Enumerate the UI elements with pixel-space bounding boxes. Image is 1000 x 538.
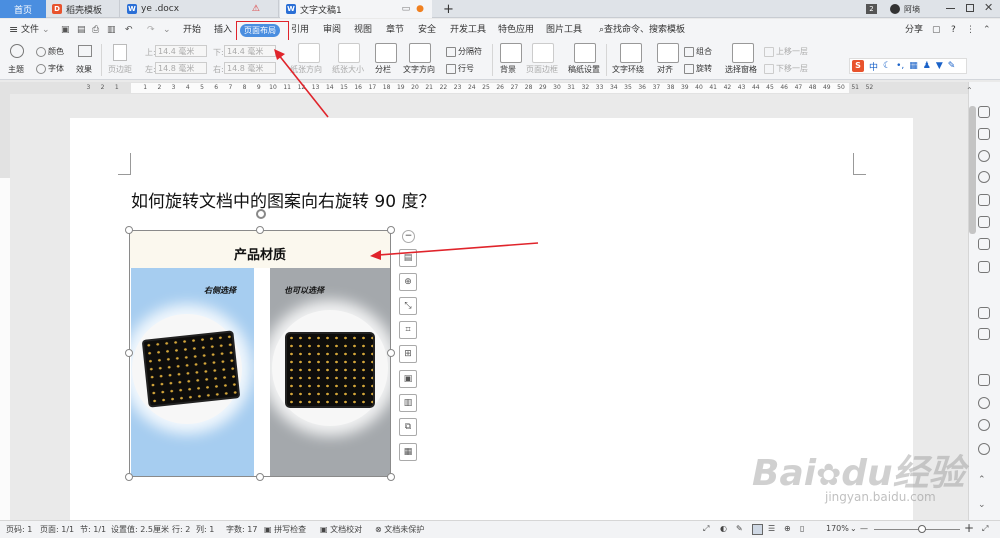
export-icon[interactable] bbox=[978, 307, 990, 319]
zoom-dropdown-icon[interactable]: ⌄ bbox=[850, 524, 857, 533]
web-view-icon[interactable]: ⊕ bbox=[784, 524, 791, 533]
status-section[interactable]: 节: 1/1 bbox=[80, 524, 106, 535]
share-panel-icon[interactable] bbox=[978, 397, 990, 409]
status-row[interactable]: 行: 2 bbox=[172, 524, 190, 535]
zoom-slider-thumb[interactable] bbox=[918, 525, 926, 533]
help-panel-icon[interactable] bbox=[978, 443, 990, 455]
status-pages[interactable]: 页面: 1/1 bbox=[40, 524, 74, 535]
zoom-in-button[interactable]: + bbox=[964, 521, 974, 535]
status-page[interactable]: 页码: 1 bbox=[6, 524, 32, 535]
dictionary-icon[interactable] bbox=[978, 374, 990, 386]
fill-icon[interactable] bbox=[978, 171, 990, 183]
select-icon[interactable] bbox=[978, 128, 990, 140]
page-down-icon[interactable]: ⌄ bbox=[978, 500, 990, 512]
watermark-url: jingyan.baidu.com bbox=[825, 490, 936, 504]
doc-proof[interactable]: ▣ 文档校对 bbox=[320, 524, 362, 535]
eye-protect-icon[interactable]: ◐ bbox=[720, 524, 727, 533]
status-words[interactable]: 字数: 17 bbox=[226, 524, 257, 535]
arrow-to-page-layout bbox=[277, 53, 329, 118]
history-icon[interactable] bbox=[978, 419, 990, 431]
image-panel-icon[interactable] bbox=[978, 216, 990, 228]
write-mode-icon[interactable]: ✎ bbox=[736, 524, 743, 533]
zoom-level[interactable]: 170% bbox=[826, 524, 849, 533]
baidu-watermark: Bai✿du经验 bbox=[752, 453, 965, 494]
status-col[interactable]: 列: 1 bbox=[196, 524, 214, 535]
chart-icon[interactable] bbox=[978, 238, 990, 250]
spell-check-icon: ▣ bbox=[264, 525, 275, 534]
table-icon[interactable] bbox=[978, 194, 990, 206]
arrow-head bbox=[370, 250, 381, 260]
page-up-icon[interactable]: ⌃ bbox=[978, 475, 990, 487]
proof-icon: ▣ bbox=[320, 525, 331, 534]
zoom-slider-track[interactable] bbox=[874, 529, 960, 530]
backup-icon[interactable] bbox=[978, 328, 990, 340]
style-panel-icon[interactable] bbox=[978, 106, 990, 118]
read-mode-icon[interactable]: ▯ bbox=[800, 524, 804, 533]
page-view-icon[interactable] bbox=[752, 524, 763, 535]
zoom-out-button[interactable]: — bbox=[860, 524, 868, 533]
shapes-icon[interactable] bbox=[978, 150, 990, 162]
outline-view-icon[interactable]: ☰ bbox=[768, 524, 775, 533]
status-setting[interactable]: 设置值: 2.5厘米 bbox=[111, 524, 169, 535]
unprotected-icon: ⊗ bbox=[375, 525, 385, 534]
paw-icon: ✿ bbox=[816, 458, 842, 493]
arrow-to-picture bbox=[377, 242, 539, 256]
spell-check[interactable]: ▣ 拼写检查 bbox=[264, 524, 306, 535]
fit-page-icon[interactable]: ⤢ bbox=[703, 524, 709, 534]
fullscreen-icon[interactable]: ⤢ bbox=[982, 524, 988, 534]
doc-protection[interactable]: ⊗ 文档未保护 bbox=[375, 524, 424, 535]
scroll-up-icon[interactable]: ⌃ bbox=[966, 86, 978, 98]
arrow-head bbox=[274, 49, 285, 60]
vertical-scrollbar[interactable] bbox=[969, 106, 976, 234]
document-icon[interactable] bbox=[978, 261, 990, 273]
